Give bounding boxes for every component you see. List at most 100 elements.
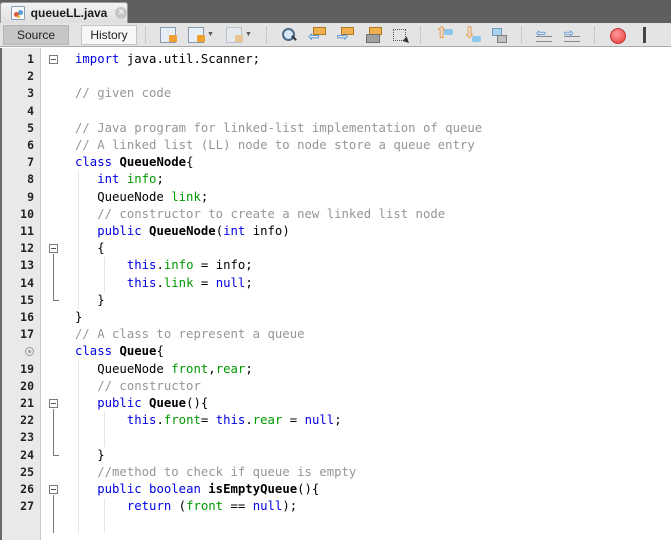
toolbar-separator [145, 26, 146, 43]
find-selection-icon[interactable] [281, 27, 297, 43]
overridden-method-icon[interactable] [25, 347, 34, 357]
code-line[interactable]: 4 [0, 103, 671, 120]
line-number: 22 [20, 413, 34, 428]
back-icon[interactable] [188, 26, 205, 43]
toggle-bookmark-icon[interactable] [491, 27, 507, 43]
code-line[interactable]: 20 // constructor [0, 378, 671, 395]
keyword-token: null [304, 413, 335, 428]
comment-token: //method to check if queue is empty [75, 464, 357, 479]
code-token: ; [200, 189, 209, 204]
code-token: ; [156, 172, 164, 187]
declaration-token: QueueNode [149, 224, 216, 238]
toolbar-separator [419, 26, 421, 43]
tab-title: queueLL.java [30, 6, 108, 20]
toggle-highlight-icon[interactable] [365, 26, 382, 43]
back-dropdown-icon[interactable]: ▼ [207, 31, 214, 38]
code-token: QueueNode [75, 189, 172, 204]
line-number: 23 [20, 430, 34, 445]
find-previous-icon[interactable] [308, 26, 326, 43]
code-line[interactable]: 11 public QueueNode(int info) [0, 223, 671, 240]
code-line[interactable]: 24 } [0, 447, 671, 464]
code-line[interactable]: 1 import java.util.Scanner; [0, 51, 671, 68]
code-line[interactable]: 23 [0, 429, 671, 446]
line-number: 19 [20, 361, 34, 376]
line-number: 26 [20, 482, 34, 496]
toolbar-separator [265, 26, 267, 43]
code-line[interactable]: 3 // given code [0, 85, 671, 102]
code-line[interactable]: class Queue{ [0, 343, 671, 360]
code-text: // constructor [75, 378, 201, 395]
code-text: this.front= this.rear = null; [75, 412, 342, 429]
code-token: { [75, 241, 105, 256]
code-line[interactable]: 27 return (front == null); [0, 498, 671, 515]
keyword-token: int [223, 224, 246, 238]
line-number: 4 [27, 103, 34, 118]
code-text: } [75, 292, 104, 309]
code-line[interactable]: 15 } [0, 292, 671, 309]
code-token: { [156, 344, 164, 359]
code-line[interactable]: 7 class QueueNode{ [0, 154, 671, 171]
editor-tab-queuell[interactable]: queueLL.java × [0, 2, 128, 23]
comment-token: // constructor [75, 378, 201, 393]
field-token: rear [215, 361, 246, 376]
indent-guide [104, 498, 105, 533]
code-line[interactable]: 25 //method to check if queue is empty [0, 464, 671, 481]
code-line[interactable]: 12 { [0, 240, 671, 257]
code-token: = [200, 413, 216, 428]
declaration-token: Queue [119, 344, 157, 359]
java-file-icon [11, 6, 25, 20]
code-token: ; [245, 275, 253, 290]
field-token: info [126, 172, 157, 187]
code-text: int info; [75, 171, 164, 188]
code-line[interactable]: 16} [0, 309, 671, 326]
shift-right-icon[interactable] [563, 27, 580, 43]
code-text: // given code [75, 85, 171, 102]
shift-left-icon[interactable] [535, 27, 552, 43]
code-text: // constructor to create a new linked li… [75, 206, 445, 223]
forward-dropdown-icon[interactable]: ▼ [245, 31, 252, 38]
code-token: == [223, 499, 253, 514]
line-number: 21 [20, 396, 34, 410]
field-token: link [171, 189, 201, 204]
code-line[interactable]: 14 this.link = null; [0, 275, 671, 292]
line-number: 10 [20, 206, 34, 221]
code-line[interactable]: 21 public Queue(){ [0, 395, 671, 412]
code-token: info) [245, 224, 290, 238]
keyword-token: public [97, 224, 142, 238]
code-line[interactable]: 26 public boolean isEmptyQueue(){ [0, 481, 671, 498]
code-line[interactable]: 10 // constructor to create a new linked… [0, 206, 671, 223]
code-line[interactable]: 19 QueueNode front,rear; [0, 361, 671, 378]
last-edit-icon[interactable] [160, 26, 177, 43]
source-tab-button[interactable]: Source [3, 24, 69, 45]
code-line[interactable]: 8 int info; [0, 171, 671, 188]
code-line[interactable]: 6 // A linked list (LL) node to node stor… [0, 137, 671, 154]
next-bookmark-icon[interactable] [463, 26, 481, 43]
code-line[interactable]: 13 this.info = info; [0, 257, 671, 274]
start-macro-recording-icon[interactable] [609, 27, 626, 44]
find-next-icon[interactable] [337, 26, 354, 43]
code-line[interactable]: 22 this.front= this.rear = null; [0, 412, 671, 429]
code-token: ( [215, 224, 224, 238]
code-line[interactable]: 5 // Java program for linked-list impleme… [0, 120, 671, 137]
code-token: . [156, 258, 164, 273]
code-line[interactable]: 9 QueueNode link; [0, 189, 671, 206]
previous-bookmark-icon[interactable] [435, 26, 453, 43]
code-token: , [208, 361, 216, 376]
code-text: // A linked list (LL) node to node store… [75, 137, 475, 154]
close-tab-icon[interactable]: × [115, 7, 127, 19]
keyword-token: null [252, 499, 283, 514]
code-text: this.info = info; [75, 257, 253, 274]
toggle-rectangular-selection-icon[interactable] [392, 28, 406, 41]
code-editor[interactable]: 1 import java.util.Scanner; 2 3// given cod… [0, 48, 671, 540]
forward-icon[interactable] [225, 26, 243, 43]
code-token: (){ [186, 396, 209, 410]
code-line[interactable]: 2 [0, 68, 671, 85]
code-line[interactable]: 17 // A class to represent a queue [0, 326, 671, 343]
history-tab-button[interactable]: History [81, 24, 137, 45]
declaration-token: isEmptyQueue [208, 482, 298, 496]
keyword-token: int [97, 172, 120, 187]
